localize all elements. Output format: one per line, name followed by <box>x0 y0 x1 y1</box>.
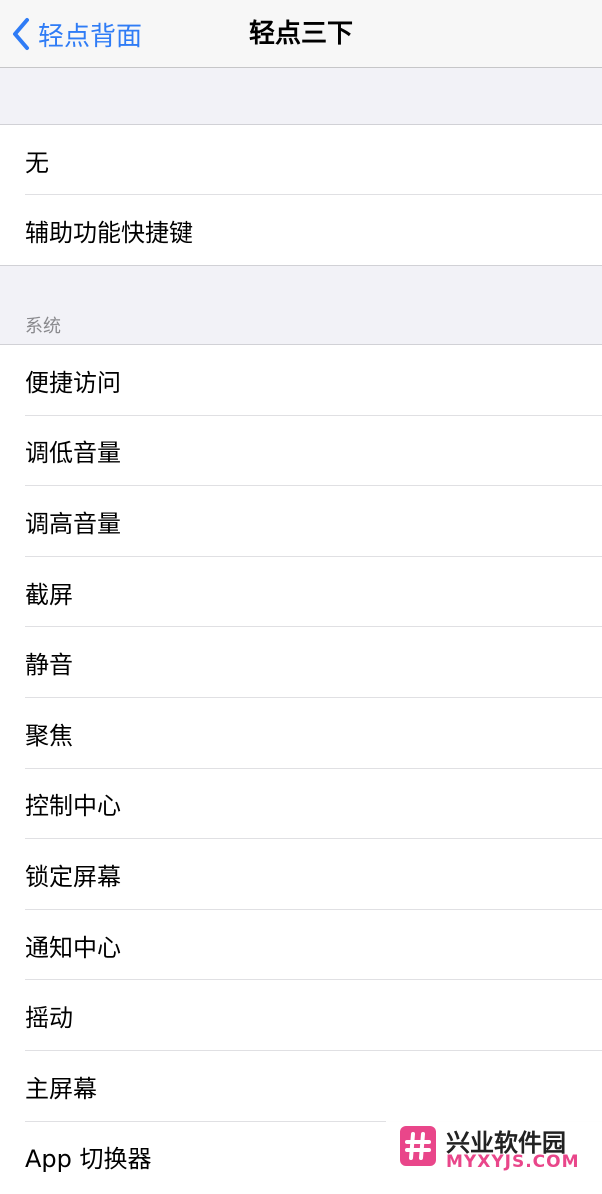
list-item-lock-screen[interactable]: 锁定屏幕 <box>0 839 602 910</box>
list-item-reachability[interactable]: 便捷访问 <box>0 345 602 416</box>
list-item-label: 辅助功能快捷键 <box>25 218 193 247</box>
section-spacer <box>0 68 602 124</box>
list-item-label: 控制中心 <box>25 792 121 821</box>
list-item-label: 主屏幕 <box>25 1074 97 1103</box>
list-item-label: 调高音量 <box>25 509 121 538</box>
watermark-url: MYXYJS.COM <box>446 1152 580 1172</box>
list-item-home-screen[interactable]: 主屏幕 <box>0 1051 602 1122</box>
list-item-label: 截屏 <box>25 580 73 609</box>
list-item-label: 摇动 <box>25 1004 73 1033</box>
list-item-label: 通知中心 <box>25 933 121 962</box>
list-item-label: 无 <box>25 148 49 177</box>
navigation-bar: 轻点背面 轻点三下 <box>0 0 602 68</box>
list-item-none[interactable]: 无 <box>0 125 602 195</box>
list-item-label: App 切换器 <box>25 1145 152 1174</box>
list-item-label: 聚焦 <box>25 721 73 750</box>
list-item-volume-up[interactable]: 调高音量 <box>0 486 602 557</box>
list-item-control-center[interactable]: 控制中心 <box>0 769 602 840</box>
list-item-accessibility-shortcut[interactable]: 辅助功能快捷键 <box>0 195 602 265</box>
section-header-system: 系统 <box>25 316 61 337</box>
system-group: 便捷访问 调低音量 调高音量 截屏 静音 聚焦 控制中心 锁定屏幕 通知中心 摇… <box>0 344 602 1194</box>
list-item-label: 调低音量 <box>25 439 121 468</box>
options-group: 无 辅助功能快捷键 <box>0 124 602 266</box>
list-item-mute[interactable]: 静音 <box>0 627 602 698</box>
hash-logo-icon <box>400 1126 436 1166</box>
list-item-label: 静音 <box>25 651 73 680</box>
list-item-focus[interactable]: 聚焦 <box>0 698 602 769</box>
list-item-volume-down[interactable]: 调低音量 <box>0 416 602 487</box>
watermark: 兴业软件园 MYXYJS.COM <box>386 1118 602 1184</box>
list-item-notification-center[interactable]: 通知中心 <box>0 910 602 981</box>
list-item-label: 便捷访问 <box>25 368 121 397</box>
list-item-shake[interactable]: 摇动 <box>0 980 602 1051</box>
list-item-screenshot[interactable]: 截屏 <box>0 557 602 628</box>
page-title: 轻点三下 <box>248 19 353 49</box>
list-item-label: 锁定屏幕 <box>25 862 121 891</box>
